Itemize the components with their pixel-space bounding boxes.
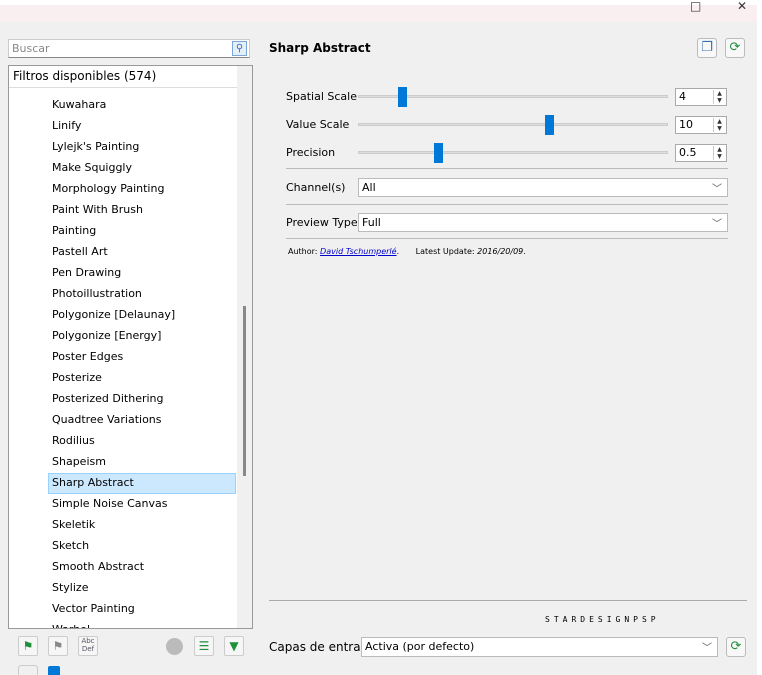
chevron-down-icon: ﹀ [702, 643, 712, 654]
scrollbar-thumb[interactable] [243, 306, 246, 476]
preview-type-label: Preview Type [286, 216, 358, 229]
filter-item[interactable]: Vector Painting [48, 599, 236, 620]
filter-item[interactable]: Make Squiggly [48, 158, 236, 179]
param-slider[interactable] [358, 115, 668, 135]
scrollbar[interactable] [237, 66, 252, 628]
param-value: 4 [679, 90, 686, 103]
input-layers-value: Activa (por defecto) [365, 640, 475, 653]
slider-handle[interactable] [545, 115, 554, 135]
slider-handle[interactable] [398, 87, 407, 107]
spin-arrows-icon[interactable]: ▲ ▼ [713, 146, 725, 160]
channels-value: All [362, 181, 376, 194]
filter-title: Sharp Abstract [269, 41, 371, 55]
preview-type-value: Full [362, 216, 381, 229]
expand-collapse-icon[interactable]: ▼ [224, 636, 244, 656]
filter-item[interactable]: Posterize [48, 368, 236, 389]
search-icon[interactable]: ⚲ [232, 41, 247, 56]
filter-item[interactable]: Quadtree Variations [48, 410, 236, 431]
author-link[interactable]: David Tschumperlé [320, 247, 397, 256]
reset-icon[interactable]: ⟳ [725, 38, 745, 58]
filter-item[interactable]: Kuwahara [48, 95, 236, 116]
filter-item[interactable]: Sharp Abstract [48, 473, 236, 494]
close-button[interactable]: ✕ [737, 0, 747, 13]
slider-handle[interactable] [434, 143, 443, 163]
channels-label: Channel(s) [286, 181, 346, 194]
filter-item[interactable]: Posterized Dithering [48, 389, 236, 410]
input-layers-select[interactable]: Activa (por defecto) ﹀ [361, 637, 718, 657]
preview-type-select[interactable]: Full ﹀ [358, 213, 728, 232]
filter-list-header: Filtros disponibles (574) [9, 66, 237, 88]
param-value: 0.5 [679, 146, 697, 159]
param-spinbox[interactable]: 10 ▲ ▼ [675, 116, 727, 134]
filter-item[interactable]: Polygonize [Delaunay] [48, 305, 236, 326]
filter-item[interactable]: Shapeism [48, 452, 236, 473]
toggle-visibility-icon[interactable]: ☰ [194, 636, 214, 656]
search-input[interactable]: Buscar ⚲ [8, 39, 250, 58]
divider [286, 204, 728, 205]
filter-item[interactable]: Smooth Abstract [48, 557, 236, 578]
filter-item[interactable]: Stylize [48, 578, 236, 599]
chevron-down-icon: ﹀ [712, 184, 722, 195]
watermark: STARDESIGNPSP [545, 615, 660, 624]
filter-item[interactable]: Sketch [48, 536, 236, 557]
title-bar: □ ✕ [0, 0, 757, 22]
param-spinbox[interactable]: 4 ▲ ▼ [675, 88, 727, 106]
author-line: Author: David Tschumperlé. Latest Update… [288, 247, 526, 256]
filter-item[interactable]: Lylejk's Painting [48, 137, 236, 158]
copy-icon[interactable]: ❐ [697, 38, 717, 58]
filter-item[interactable]: Morphology Painting [48, 179, 236, 200]
add-favorite-icon[interactable]: ⚑ [18, 636, 38, 656]
search-placeholder: Buscar [12, 42, 50, 55]
param-slider[interactable] [358, 87, 668, 107]
divider [286, 238, 728, 239]
author-label: Author: [288, 247, 318, 256]
rename-icon[interactable]: Abc Def [78, 636, 98, 656]
update-date: 2016/20/09 [477, 247, 524, 256]
param-label: Spatial Scale [286, 90, 357, 103]
filter-item[interactable]: Skeletik [48, 515, 236, 536]
spin-arrows-icon[interactable]: ▲ ▼ [713, 90, 725, 104]
divider [286, 168, 728, 169]
filter-item[interactable]: Pen Drawing [48, 263, 236, 284]
checkbox[interactable] [48, 666, 60, 675]
param-spinbox[interactable]: 0.5 ▲ ▼ [675, 144, 727, 162]
filter-item[interactable]: Painting [48, 221, 236, 242]
param-label: Precision [286, 146, 336, 159]
divider [269, 600, 747, 601]
filter-item[interactable]: Photoillustration [48, 284, 236, 305]
filter-list: Filtros disponibles (574) Kuwahara Linify… [8, 65, 253, 629]
input-layers-label: Capas de entrada [269, 640, 376, 654]
spin-arrows-icon[interactable]: ▲ ▼ [713, 118, 725, 132]
filter-item[interactable]: Polygonize [Energy] [48, 326, 236, 347]
filter-item[interactable]: Pastell Art [48, 242, 236, 263]
remove-favorite-icon[interactable]: ⚑ [48, 636, 68, 656]
chevron-down-icon: ﹀ [712, 219, 722, 230]
filter-item[interactable]: Simple Noise Canvas [48, 494, 236, 515]
filter-item[interactable]: Rodilius [48, 431, 236, 452]
refresh-layers-icon[interactable]: ⟳ [726, 637, 746, 657]
filter-item[interactable]: Warhol [48, 620, 236, 628]
globe-icon[interactable] [166, 638, 183, 655]
filter-item[interactable]: Paint With Brush [48, 200, 236, 221]
refresh-icon[interactable] [18, 665, 38, 675]
param-slider[interactable] [358, 143, 668, 163]
filter-item[interactable]: Poster Edges [48, 347, 236, 368]
filter-item[interactable]: Linify [48, 116, 236, 137]
maximize-button[interactable]: □ [690, 0, 701, 13]
param-label: Value Scale [286, 118, 350, 131]
gmic-window: □ ✕ Buscar ⚲ Filtros disponibles (574) K… [0, 0, 757, 675]
channels-select[interactable]: All ﹀ [358, 178, 728, 197]
param-value: 10 [679, 118, 693, 131]
update-label: Latest Update: [415, 247, 475, 256]
